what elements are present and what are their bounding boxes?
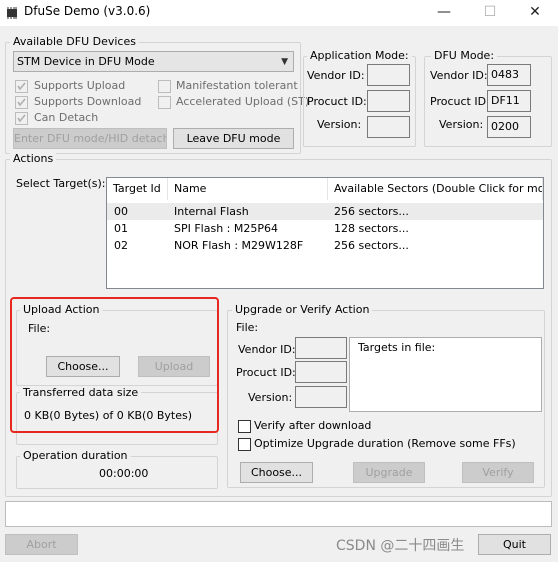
leave-dfu-button[interactable]: Leave DFU mode: [173, 128, 294, 149]
app-version-field: [367, 116, 410, 138]
table-row[interactable]: 00 Internal Flash 256 sectors...: [107, 203, 543, 220]
manifestation-tolerant-label: Manifestation tolerant: [176, 79, 298, 92]
row-sectors: 128 sectors...: [334, 222, 409, 235]
upgrade-product-label: Procuct ID:: [236, 366, 296, 379]
supports-download-checkbox[interactable]: [15, 96, 28, 109]
close-button[interactable]: ✕: [512, 0, 558, 26]
verify-button[interactable]: Verify: [462, 462, 534, 483]
row-name: NOR Flash : M29W128F: [174, 239, 304, 252]
dfu-mode-legend: DFU Mode:: [431, 49, 498, 62]
manifestation-tolerant-checkbox[interactable]: [158, 80, 171, 93]
dfu-vendor-field: 0483: [487, 64, 531, 86]
dfu-version-label: Version:: [439, 118, 484, 131]
app-version-label: Version:: [317, 118, 362, 131]
optimize-upgrade-checkbox[interactable]: [238, 438, 251, 451]
dfu-product-field: DF11: [487, 90, 531, 112]
dfu-product-label: Procuct ID:: [430, 95, 490, 108]
targets-in-file-box: Targets in file:: [349, 337, 542, 412]
supports-upload-label: Supports Upload: [34, 79, 126, 92]
duration-legend: Operation duration: [20, 449, 131, 462]
supports-download-label: Supports Download: [34, 95, 142, 108]
enter-dfu-button[interactable]: Enter DFU mode/HID detach: [13, 128, 167, 149]
row-sectors: 256 sectors...: [334, 239, 409, 252]
actions-legend: Actions: [10, 152, 57, 165]
minimize-button[interactable]: —: [421, 0, 467, 26]
upgrade-version-field: [295, 386, 347, 408]
column-header-target-id[interactable]: Target Id: [107, 178, 168, 200]
check-icon: [17, 114, 26, 123]
dfu-vendor-label: Vendor ID:: [430, 69, 488, 82]
verify-after-download-label: Verify after download: [254, 419, 372, 432]
column-header-name[interactable]: Name: [168, 178, 328, 200]
check-icon: [17, 82, 26, 91]
targets-in-file-label: Targets in file:: [358, 341, 436, 354]
row-sectors: 256 sectors...: [334, 205, 409, 218]
column-header-sectors[interactable]: Available Sectors (Double Click for more…: [328, 178, 543, 200]
maximize-button[interactable]: ☐: [467, 0, 513, 26]
row-target-id: 01: [114, 222, 128, 235]
row-name: SPI Flash : M25P64: [174, 222, 279, 235]
supports-upload-checkbox[interactable]: [15, 80, 28, 93]
device-select[interactable]: STM Device in DFU Mode ▼: [13, 51, 294, 72]
upgrade-product-field: [295, 361, 347, 383]
accelerated-upload-label: Accelerated Upload (ST): [176, 95, 310, 108]
accelerated-upload-checkbox[interactable]: [158, 96, 171, 109]
app-product-label: Procuct ID:: [307, 95, 367, 108]
abort-button[interactable]: Abort: [5, 534, 78, 555]
upgrade-legend: Upgrade or Verify Action: [232, 303, 373, 316]
upgrade-vendor-field: [295, 337, 347, 359]
app-vendor-label: Vendor ID:: [307, 69, 365, 82]
upgrade-button[interactable]: Upgrade: [353, 462, 425, 483]
app-vendor-field: [367, 64, 410, 86]
devices-legend: Available DFU Devices: [10, 35, 139, 48]
row-name: Internal Flash: [174, 205, 249, 218]
watermark: CSDN @二十四画生: [336, 538, 465, 554]
upgrade-version-label: Version:: [248, 391, 293, 404]
title-bar: DfuSe Demo (v3.0.6) — ☐ ✕: [0, 0, 558, 26]
quit-button[interactable]: Quit: [478, 534, 551, 555]
verify-after-download-checkbox[interactable]: [238, 420, 251, 433]
application-mode-legend: Application Mode:: [307, 49, 412, 62]
row-target-id: 02: [114, 239, 128, 252]
app-chip-icon: [7, 7, 17, 19]
can-detach-label: Can Detach: [34, 111, 99, 124]
upgrade-file-label: File:: [236, 321, 259, 334]
dfu-version-field: 0200: [487, 116, 531, 138]
check-icon: [17, 98, 26, 107]
targets-table[interactable]: Target Id Name Available Sectors (Double…: [106, 177, 544, 289]
app-product-field: [367, 90, 410, 112]
chevron-down-icon: ▼: [281, 57, 288, 67]
upgrade-vendor-label: Vendor ID:: [238, 343, 296, 356]
optimize-upgrade-label: Optimize Upgrade duration (Remove some F…: [254, 437, 516, 450]
select-target-label: Select Target(s):: [16, 177, 106, 190]
highlight-box: [10, 297, 219, 433]
duration-value: 00:00:00: [99, 467, 149, 480]
can-detach-checkbox[interactable]: [15, 112, 28, 125]
upgrade-choose-button[interactable]: Choose...: [240, 462, 313, 483]
table-row[interactable]: 01 SPI Flash : M25P64 128 sectors...: [107, 220, 543, 237]
progress-status-bar: [5, 501, 552, 527]
window-title: DfuSe Demo (v3.0.6): [24, 4, 151, 18]
table-row[interactable]: 02 NOR Flash : M29W128F 256 sectors...: [107, 237, 543, 254]
row-target-id: 00: [114, 205, 128, 218]
device-select-value: STM Device in DFU Mode: [17, 55, 155, 68]
